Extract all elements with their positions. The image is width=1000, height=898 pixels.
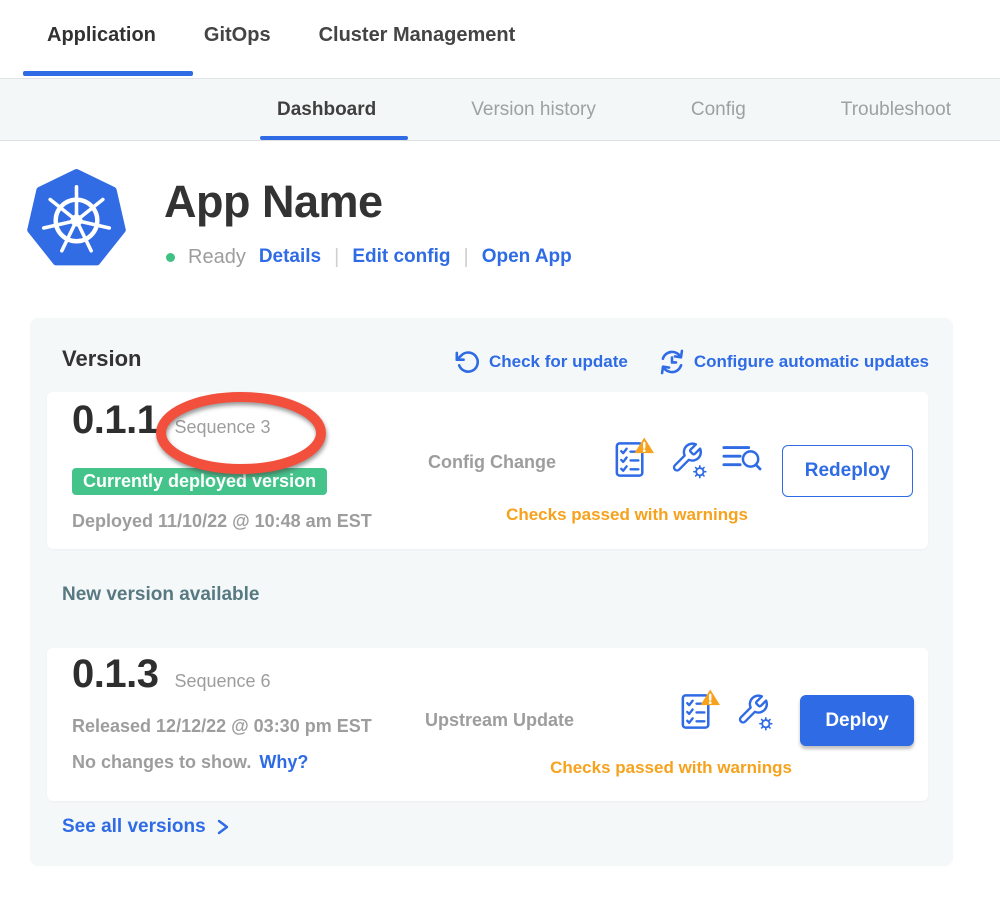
tab-config[interactable]: Config xyxy=(691,99,746,121)
nav-item-application[interactable]: Application xyxy=(47,24,156,47)
currently-deployed-badge: Currently deployed version xyxy=(72,468,327,495)
details-link[interactable]: Details xyxy=(259,246,321,268)
preflight-checklist-warning-icon[interactable] xyxy=(610,436,655,482)
nav-item-gitops[interactable]: GitOps xyxy=(204,24,271,47)
active-tab-underline xyxy=(260,136,408,140)
current-version-checks-status[interactable]: Checks passed with warnings xyxy=(477,505,777,525)
current-version-check-icons xyxy=(610,436,763,482)
current-version-number: 0.1.1 xyxy=(72,398,158,443)
version-actions: Check for update Configure automatic upd… xyxy=(454,348,929,376)
page: Application GitOps Cluster Management Da… xyxy=(0,0,1000,898)
check-for-update-link[interactable]: Check for update xyxy=(454,349,628,376)
status-dot-icon xyxy=(166,253,175,262)
kubernetes-logo-icon xyxy=(27,168,126,267)
current-version-sequence: Sequence 3 xyxy=(174,417,270,438)
new-version-sequence: Sequence 6 xyxy=(174,671,270,692)
link-separator: | xyxy=(334,246,339,269)
see-all-versions-label: See all versions xyxy=(62,816,206,838)
edit-config-link[interactable]: Edit config xyxy=(352,246,450,268)
config-tools-icon[interactable] xyxy=(668,437,708,481)
primary-nav: Application GitOps Cluster Management xyxy=(0,0,1000,78)
config-tools-icon[interactable] xyxy=(734,689,774,733)
no-changes-text: No changes to show. xyxy=(72,752,251,773)
app-status-row: Ready Details | Edit config | Open App xyxy=(166,243,572,271)
preflight-checklist-warning-icon[interactable] xyxy=(676,688,721,734)
version-section-heading: Version xyxy=(62,346,141,372)
configure-automatic-updates-link[interactable]: Configure automatic updates xyxy=(658,348,929,376)
redeploy-button[interactable]: Redeploy xyxy=(782,445,913,497)
why-link[interactable]: Why? xyxy=(259,752,308,773)
open-app-link[interactable]: Open App xyxy=(482,246,572,268)
release-notes-icon[interactable] xyxy=(721,439,763,479)
refresh-icon xyxy=(454,349,481,376)
configure-automatic-updates-label: Configure automatic updates xyxy=(694,352,929,372)
deploy-button[interactable]: Deploy xyxy=(800,695,914,746)
tab-troubleshoot[interactable]: Troubleshoot xyxy=(841,99,951,121)
see-all-versions-link[interactable]: See all versions xyxy=(62,816,231,838)
current-version-source-label: Config Change xyxy=(428,452,556,473)
new-version-check-icons xyxy=(676,688,774,734)
link-separator: | xyxy=(463,246,468,269)
page-title: App Name xyxy=(164,176,383,228)
nav-item-cluster-management[interactable]: Cluster Management xyxy=(319,24,516,47)
new-version-source-label: Upstream Update xyxy=(425,710,574,731)
active-nav-underline xyxy=(23,71,193,76)
new-version-checks-status[interactable]: Checks passed with warnings xyxy=(521,758,821,778)
status-label: Ready xyxy=(188,246,246,269)
deployed-timestamp: Deployed 11/10/22 @ 10:48 am EST xyxy=(72,511,372,532)
released-timestamp: Released 12/12/22 @ 03:30 pm EST xyxy=(72,716,372,737)
clock-refresh-icon xyxy=(658,348,686,376)
tab-version-history[interactable]: Version history xyxy=(471,99,596,121)
version-section: Version Check for update Configure autom… xyxy=(30,318,953,866)
current-version-card: 0.1.1 Sequence 3 Currently deployed vers… xyxy=(47,392,928,549)
new-version-heading: New version available xyxy=(62,584,260,606)
chevron-right-icon xyxy=(215,818,231,836)
check-for-update-label: Check for update xyxy=(489,352,628,372)
new-version-card: 0.1.3 Sequence 6 Released 12/12/22 @ 03:… xyxy=(47,648,928,801)
tab-dashboard[interactable]: Dashboard xyxy=(277,99,376,121)
secondary-nav: Dashboard Version history Config Trouble… xyxy=(0,78,1000,141)
new-version-number: 0.1.3 xyxy=(72,652,158,697)
